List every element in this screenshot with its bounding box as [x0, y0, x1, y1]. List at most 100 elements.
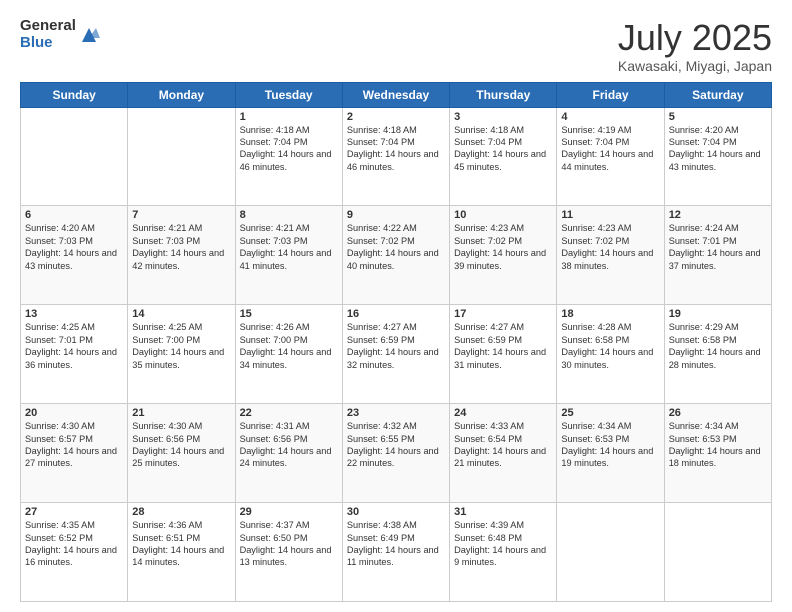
day-number: 21 [132, 407, 230, 419]
table-row: 14Sunrise: 4:25 AMSunset: 7:00 PMDayligh… [128, 305, 235, 404]
table-row: 22Sunrise: 4:31 AMSunset: 6:56 PMDayligh… [235, 404, 342, 503]
calendar-page: General Blue July 2025 Kawasaki, Miyagi,… [0, 0, 792, 612]
cell-text: Sunrise: 4:20 AM [669, 124, 767, 136]
cell-text: Sunset: 6:52 PM [25, 532, 123, 544]
cell-text: Sunset: 6:55 PM [347, 433, 445, 445]
cell-text: Daylight: 14 hours and 16 minutes. [25, 544, 123, 569]
cell-text: Sunset: 7:01 PM [669, 235, 767, 247]
cell-text: Daylight: 14 hours and 35 minutes. [132, 346, 230, 371]
cell-text: Sunrise: 4:20 AM [25, 222, 123, 234]
cell-text: Sunset: 6:54 PM [454, 433, 552, 445]
cell-text: Daylight: 14 hours and 45 minutes. [454, 148, 552, 173]
col-friday: Friday [557, 82, 664, 107]
col-sunday: Sunday [21, 82, 128, 107]
cell-text: Sunset: 7:04 PM [669, 136, 767, 148]
cell-text: Sunrise: 4:21 AM [240, 222, 338, 234]
cell-text: Daylight: 14 hours and 30 minutes. [561, 346, 659, 371]
cell-text: Daylight: 14 hours and 9 minutes. [454, 544, 552, 569]
cell-text: Sunset: 6:48 PM [454, 532, 552, 544]
table-row [21, 107, 128, 206]
calendar-week-2: 6Sunrise: 4:20 AMSunset: 7:03 PMDaylight… [21, 206, 772, 305]
cell-text: Sunset: 7:04 PM [561, 136, 659, 148]
cell-text: Daylight: 14 hours and 14 minutes. [132, 544, 230, 569]
cell-text: Sunrise: 4:18 AM [454, 124, 552, 136]
day-number: 15 [240, 308, 338, 320]
table-row: 12Sunrise: 4:24 AMSunset: 7:01 PMDayligh… [664, 206, 771, 305]
day-number: 17 [454, 308, 552, 320]
day-number: 26 [669, 407, 767, 419]
cell-text: Daylight: 14 hours and 42 minutes. [132, 247, 230, 272]
cell-text: Sunrise: 4:33 AM [454, 420, 552, 432]
cell-text: Sunset: 6:53 PM [669, 433, 767, 445]
table-row [557, 503, 664, 602]
table-row: 19Sunrise: 4:29 AMSunset: 6:58 PMDayligh… [664, 305, 771, 404]
cell-text: Sunrise: 4:22 AM [347, 222, 445, 234]
cell-text: Sunrise: 4:34 AM [561, 420, 659, 432]
day-number: 6 [25, 209, 123, 221]
day-number: 11 [561, 209, 659, 221]
table-row: 8Sunrise: 4:21 AMSunset: 7:03 PMDaylight… [235, 206, 342, 305]
cell-text: Sunset: 6:56 PM [132, 433, 230, 445]
table-row: 31Sunrise: 4:39 AMSunset: 6:48 PMDayligh… [450, 503, 557, 602]
cell-text: Daylight: 14 hours and 44 minutes. [561, 148, 659, 173]
logo-text: General Blue [20, 18, 76, 51]
day-number: 13 [25, 308, 123, 320]
table-row: 18Sunrise: 4:28 AMSunset: 6:58 PMDayligh… [557, 305, 664, 404]
location: Kawasaki, Miyagi, Japan [618, 58, 772, 74]
cell-text: Sunrise: 4:30 AM [25, 420, 123, 432]
table-row: 21Sunrise: 4:30 AMSunset: 6:56 PMDayligh… [128, 404, 235, 503]
cell-text: Sunset: 7:02 PM [561, 235, 659, 247]
cell-text: Daylight: 14 hours and 27 minutes. [25, 445, 123, 470]
day-number: 24 [454, 407, 552, 419]
cell-text: Sunset: 6:49 PM [347, 532, 445, 544]
cell-text: Daylight: 14 hours and 39 minutes. [454, 247, 552, 272]
cell-text: Sunrise: 4:21 AM [132, 222, 230, 234]
table-row: 27Sunrise: 4:35 AMSunset: 6:52 PMDayligh… [21, 503, 128, 602]
cell-text: Sunrise: 4:32 AM [347, 420, 445, 432]
day-number: 2 [347, 111, 445, 123]
cell-text: Daylight: 14 hours and 43 minutes. [25, 247, 123, 272]
day-number: 30 [347, 506, 445, 518]
table-row: 24Sunrise: 4:33 AMSunset: 6:54 PMDayligh… [450, 404, 557, 503]
cell-text: Daylight: 14 hours and 25 minutes. [132, 445, 230, 470]
day-number: 27 [25, 506, 123, 518]
day-number: 7 [132, 209, 230, 221]
cell-text: Sunrise: 4:36 AM [132, 519, 230, 531]
cell-text: Sunset: 6:53 PM [561, 433, 659, 445]
col-wednesday: Wednesday [342, 82, 449, 107]
table-row: 29Sunrise: 4:37 AMSunset: 6:50 PMDayligh… [235, 503, 342, 602]
table-row: 11Sunrise: 4:23 AMSunset: 7:02 PMDayligh… [557, 206, 664, 305]
cell-text: Daylight: 14 hours and 13 minutes. [240, 544, 338, 569]
table-row: 10Sunrise: 4:23 AMSunset: 7:02 PMDayligh… [450, 206, 557, 305]
header-row: Sunday Monday Tuesday Wednesday Thursday… [21, 82, 772, 107]
table-row: 17Sunrise: 4:27 AMSunset: 6:59 PMDayligh… [450, 305, 557, 404]
cell-text: Daylight: 14 hours and 37 minutes. [669, 247, 767, 272]
day-number: 1 [240, 111, 338, 123]
table-row: 30Sunrise: 4:38 AMSunset: 6:49 PMDayligh… [342, 503, 449, 602]
day-number: 28 [132, 506, 230, 518]
cell-text: Sunset: 6:58 PM [669, 334, 767, 346]
cell-text: Sunrise: 4:26 AM [240, 321, 338, 333]
cell-text: Sunrise: 4:27 AM [347, 321, 445, 333]
cell-text: Daylight: 14 hours and 34 minutes. [240, 346, 338, 371]
calendar-week-4: 20Sunrise: 4:30 AMSunset: 6:57 PMDayligh… [21, 404, 772, 503]
table-row: 5Sunrise: 4:20 AMSunset: 7:04 PMDaylight… [664, 107, 771, 206]
calendar-table: Sunday Monday Tuesday Wednesday Thursday… [20, 82, 772, 602]
cell-text: Sunrise: 4:19 AM [561, 124, 659, 136]
col-monday: Monday [128, 82, 235, 107]
table-row: 15Sunrise: 4:26 AMSunset: 7:00 PMDayligh… [235, 305, 342, 404]
cell-text: Sunrise: 4:37 AM [240, 519, 338, 531]
header: General Blue July 2025 Kawasaki, Miyagi,… [20, 18, 772, 74]
logo-blue: Blue [20, 35, 76, 52]
day-number: 12 [669, 209, 767, 221]
cell-text: Sunrise: 4:35 AM [25, 519, 123, 531]
cell-text: Sunset: 6:56 PM [240, 433, 338, 445]
cell-text: Daylight: 14 hours and 31 minutes. [454, 346, 552, 371]
cell-text: Sunset: 7:03 PM [132, 235, 230, 247]
table-row [128, 107, 235, 206]
logo-icon [78, 24, 100, 46]
cell-text: Daylight: 14 hours and 22 minutes. [347, 445, 445, 470]
cell-text: Sunrise: 4:30 AM [132, 420, 230, 432]
cell-text: Daylight: 14 hours and 28 minutes. [669, 346, 767, 371]
cell-text: Daylight: 14 hours and 40 minutes. [347, 247, 445, 272]
